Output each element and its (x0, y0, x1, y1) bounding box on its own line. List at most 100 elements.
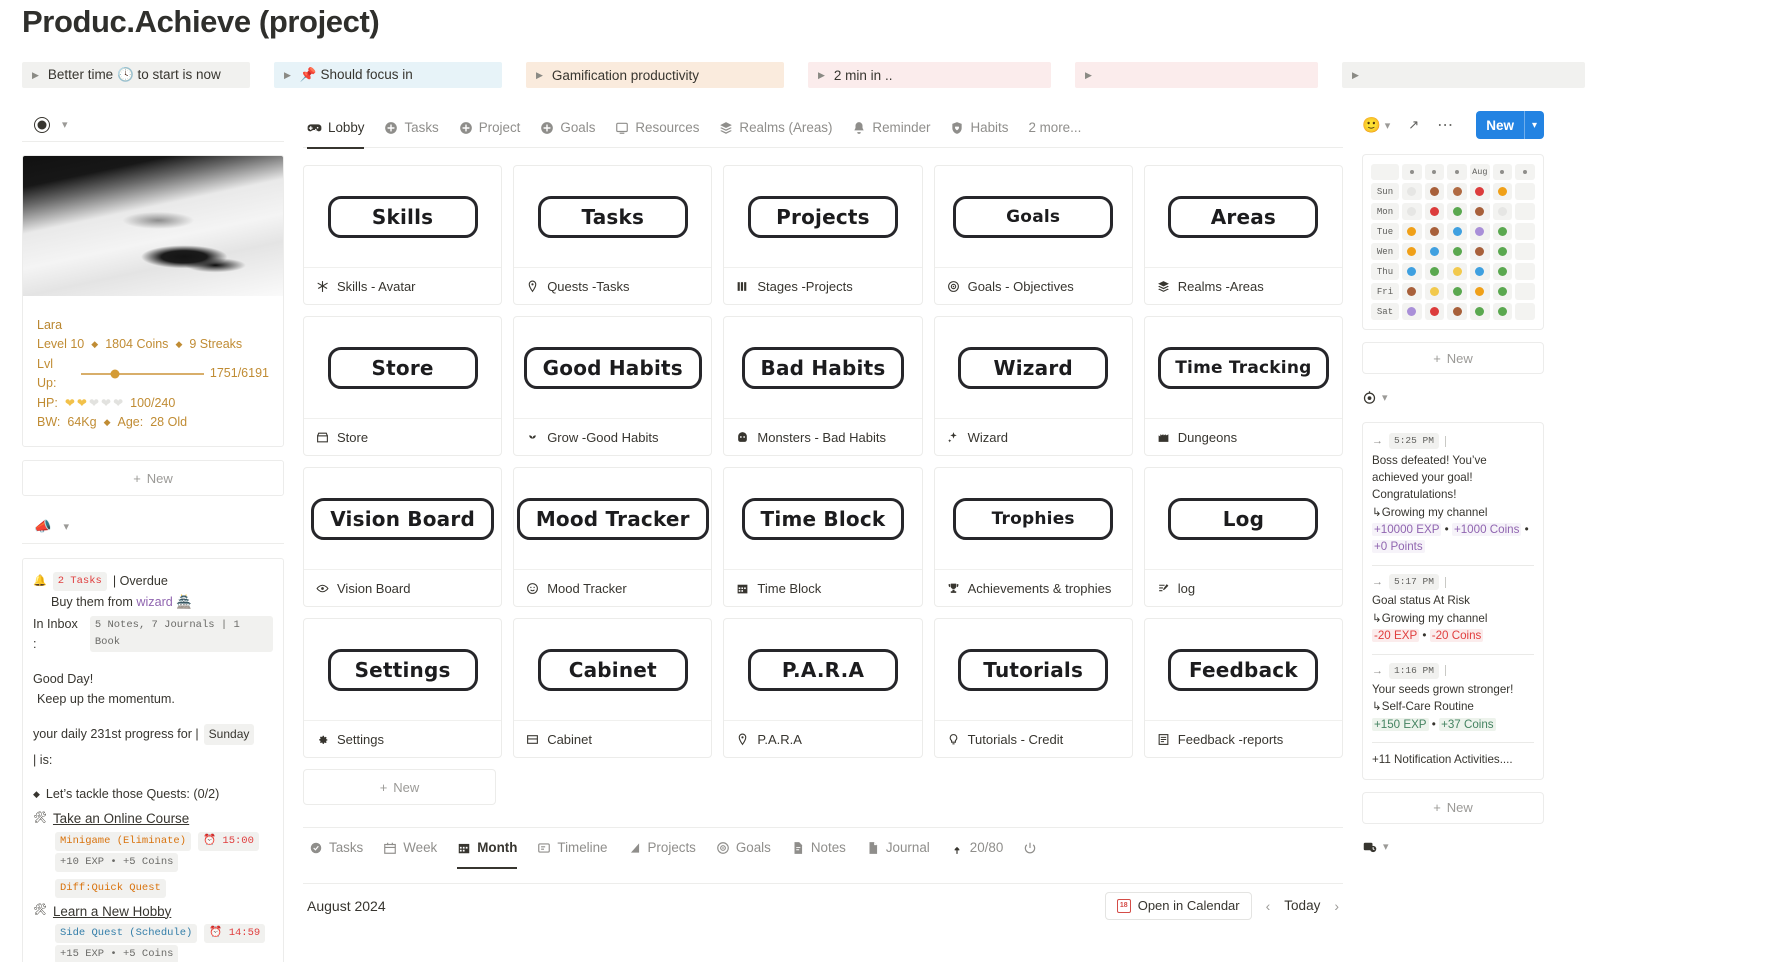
calendar-cell[interactable] (1469, 243, 1490, 260)
bottom-tab-timeline[interactable]: Timeline (537, 828, 608, 868)
calendar-cell[interactable] (1469, 223, 1490, 240)
chevron-right-icon[interactable]: ▶ (1085, 70, 1092, 80)
calendar-cell[interactable] (1402, 183, 1422, 200)
card-goals[interactable]: Goals Goals - Objectives (933, 165, 1133, 305)
quest-title[interactable]: Take an Online Course (53, 808, 189, 830)
chevron-down-icon[interactable]: ▾ (1383, 840, 1389, 853)
announcements-section-header[interactable]: 📣 ▾ (22, 510, 284, 545)
notification-item[interactable]: → 1:16 PM Your seeds grown stronger! ↳Se… (1372, 662, 1534, 734)
profile-section-header[interactable]: ▾ (22, 108, 284, 142)
new-button[interactable]: New ▾ (1476, 111, 1544, 139)
calendar-cell[interactable] (1447, 303, 1467, 320)
chevron-right-icon[interactable]: ▶ (536, 70, 543, 80)
toggle-gamification[interactable]: ▶ Gamification productivity (526, 62, 784, 88)
quest-title[interactable]: Learn a New Hobby (53, 901, 171, 923)
chevron-right-icon[interactable]: ▶ (1352, 70, 1359, 80)
card-skills[interactable]: Skills Skills - Avatar (303, 165, 503, 305)
card-good-habits[interactable]: Good Habits Grow -Good Habits (513, 316, 713, 456)
notifications-section-header[interactable]: ▾ (1362, 382, 1544, 412)
tab-more[interactable]: 2 more... (1028, 108, 1081, 148)
calendar-cell[interactable] (1515, 223, 1535, 240)
today-button[interactable]: Today (1284, 898, 1320, 913)
calendar-cell[interactable] (1469, 303, 1490, 320)
calendar-cell[interactable] (1515, 283, 1535, 300)
notification-item[interactable]: → 5:17 PM Goal status At Risk ↳Growing m… (1372, 573, 1534, 645)
tab-lobby[interactable]: Lobby (307, 108, 365, 149)
calendar-cell[interactable] (1447, 203, 1467, 220)
card-log[interactable]: Log log (1143, 467, 1343, 607)
card-bad-habits[interactable]: Bad Habits Monsters - Bad Habits (723, 316, 923, 456)
card-store[interactable]: Store Store (303, 316, 503, 456)
toggle-empty-1[interactable]: ▶ (1075, 62, 1318, 88)
chevron-down-icon[interactable]: ▾ (62, 118, 68, 131)
open-in-calendar-button[interactable]: 18 Open in Calendar (1104, 891, 1252, 920)
calendar-cell[interactable] (1492, 283, 1513, 300)
chevron-down-icon[interactable]: ▾ (1525, 111, 1544, 139)
card-projects[interactable]: Projects Stages -Projects (723, 165, 923, 305)
calendar-cell[interactable] (1447, 283, 1467, 300)
tab-goals[interactable]: Goals (540, 108, 595, 148)
calendar-cell[interactable] (1424, 223, 1445, 240)
card-vision-board[interactable]: Vision Board Vision Board (303, 467, 503, 607)
card-para[interactable]: P.A.R.A P.A.R.A (723, 618, 923, 758)
prev-month-button[interactable]: ‹ (1266, 898, 1271, 914)
bottom-tab-tasks[interactable]: Tasks (309, 828, 363, 868)
calendar-cell[interactable] (1492, 263, 1513, 280)
chevron-down-icon[interactable]: ▾ (1385, 119, 1391, 132)
bottom-tab-notes[interactable]: Notes (791, 828, 846, 868)
calendar-cell[interactable] (1402, 203, 1422, 220)
bottom-tab-goals[interactable]: Goals (716, 828, 771, 868)
bottom-tab-power[interactable] (1023, 828, 1043, 868)
emoji-icon[interactable]: 🙂 (1362, 116, 1381, 134)
card-feedback[interactable]: Feedback Feedback -reports (1143, 618, 1343, 758)
chevron-right-icon[interactable]: ▶ (284, 70, 291, 80)
grid-new-button[interactable]: + New (303, 769, 496, 805)
bottom-tab-2080[interactable]: 20/80 (950, 828, 1003, 868)
tab-resources[interactable]: Resources (615, 108, 699, 148)
calendar-cell[interactable] (1402, 243, 1422, 260)
calendar-cell[interactable] (1515, 243, 1535, 260)
calendar-cell[interactable] (1515, 303, 1535, 320)
card-areas[interactable]: Areas Realms -Areas (1143, 165, 1343, 305)
sidebar-new-button[interactable]: + New (22, 460, 284, 497)
calendar-cell[interactable] (1402, 263, 1422, 280)
calendar-cell[interactable] (1469, 203, 1490, 220)
more-options-icon[interactable]: ⋯ (1437, 115, 1454, 135)
tab-realms[interactable]: Realms (Areas) (719, 108, 832, 148)
card-cabinet[interactable]: Cabinet Cabinet (513, 618, 713, 758)
calendar-cell[interactable] (1515, 263, 1535, 280)
calendar-cell[interactable] (1492, 303, 1513, 320)
card-tasks[interactable]: Tasks Quests -Tasks (513, 165, 713, 305)
card-wizard[interactable]: Wizard Wizard (933, 316, 1133, 456)
bottom-tab-month[interactable]: Month (457, 828, 518, 869)
card-settings[interactable]: Settings Settings (303, 618, 503, 758)
calendar-cell[interactable] (1424, 263, 1445, 280)
calendar-cell[interactable] (1469, 263, 1490, 280)
calendar-cell[interactable] (1402, 303, 1422, 320)
card-trophies[interactable]: Trophies Achievements & trophies (933, 467, 1133, 607)
toggle-better-time[interactable]: ▶ Better time 🕓 to start is now (22, 62, 250, 88)
next-month-button[interactable]: › (1334, 898, 1339, 914)
expand-icon[interactable]: ↗ (1408, 117, 1419, 133)
tab-project[interactable]: Project (459, 108, 520, 148)
wizard-link[interactable]: wizard (136, 595, 172, 609)
card-mood-tracker[interactable]: Mood Tracker Mood Tracker (513, 467, 713, 607)
chevron-right-icon[interactable]: ▶ (32, 70, 39, 80)
chevron-down-icon[interactable]: ▾ (1382, 391, 1388, 404)
calendar-cell[interactable] (1424, 283, 1445, 300)
chevron-right-icon[interactable]: ▶ (818, 70, 825, 80)
more-notifications-link[interactable]: +11 Notification Activities.... (1372, 751, 1534, 768)
calendar-cell[interactable] (1492, 203, 1513, 220)
calendar-cell[interactable] (1447, 223, 1467, 240)
card-time-block[interactable]: Time Block Time Block (723, 467, 923, 607)
card-tutorials[interactable]: Tutorials Tutorials - Credit (933, 618, 1133, 758)
notification-item[interactable]: → 5:25 PM Boss defeated! You’ve achieved… (1372, 433, 1534, 556)
calendar-cell[interactable] (1447, 263, 1467, 280)
tab-tasks[interactable]: Tasks (384, 108, 439, 148)
calendar-cell[interactable] (1515, 203, 1535, 220)
tab-reminder[interactable]: Reminder (852, 108, 930, 148)
toggle-should-focus[interactable]: ▶ 📌 Should focus in (274, 62, 502, 88)
bottom-tab-journal[interactable]: Journal (866, 828, 930, 868)
calendar-cell[interactable] (1402, 283, 1422, 300)
rail-new-button-2[interactable]: + New (1362, 791, 1544, 824)
